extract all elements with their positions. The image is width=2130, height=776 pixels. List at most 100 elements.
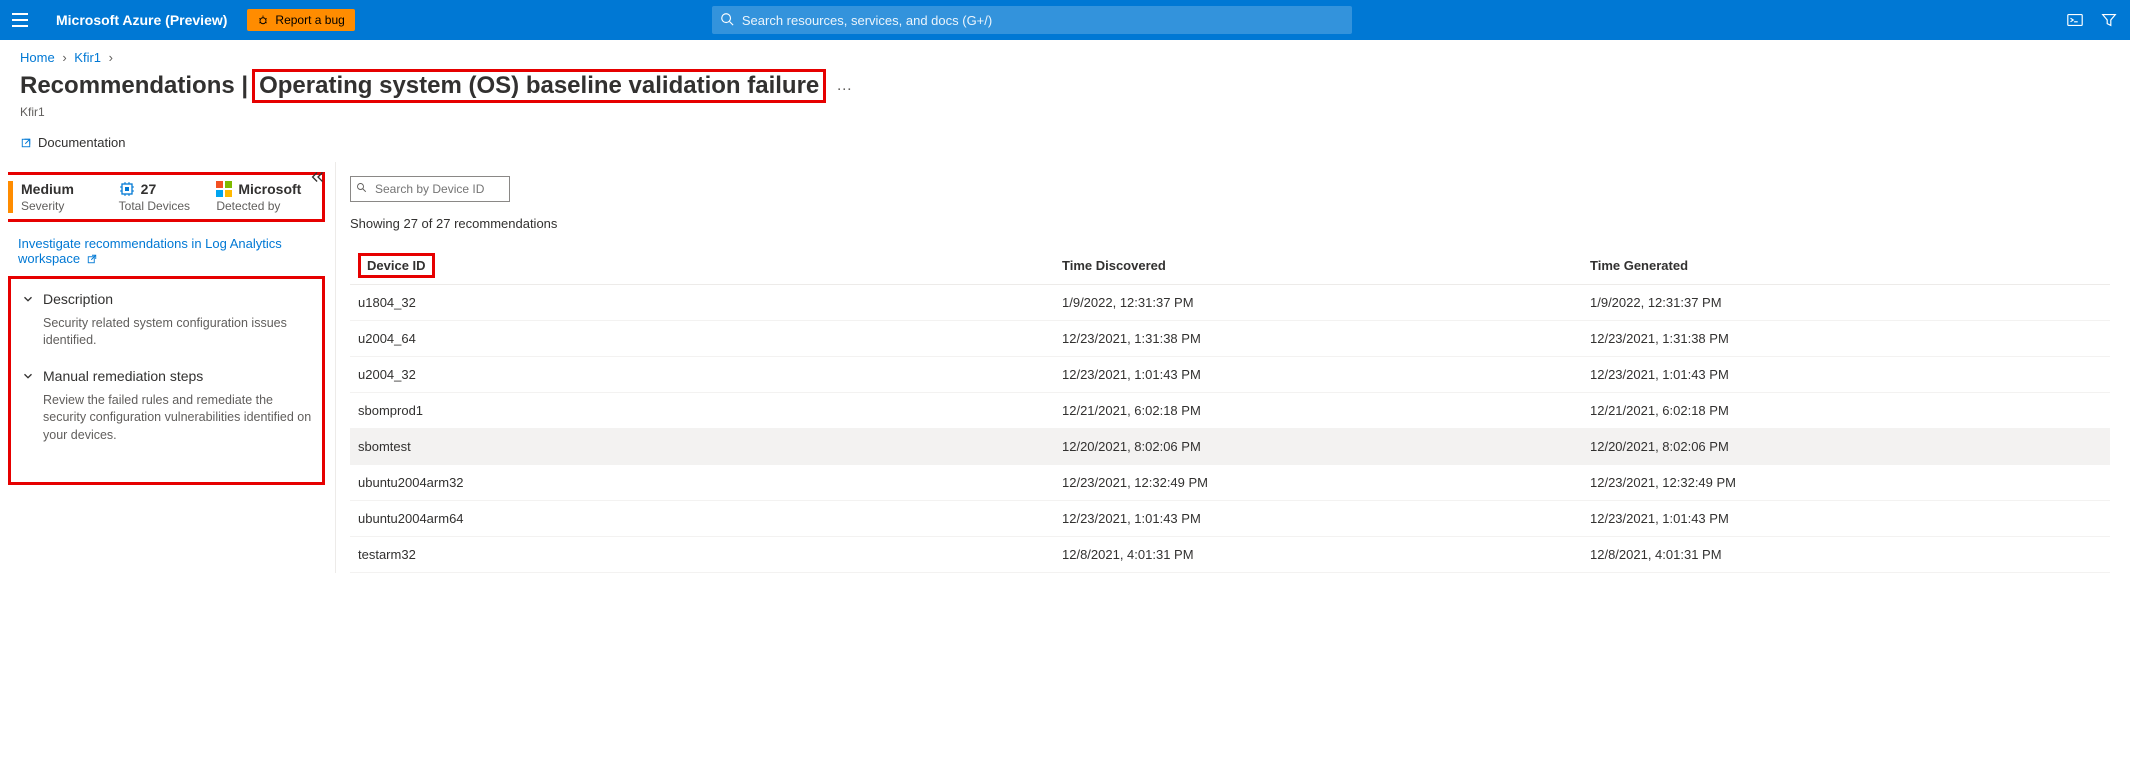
column-time-generated[interactable]: Time Generated: [1582, 247, 2110, 285]
page-title-prefix: Recommendations |: [20, 72, 248, 100]
cell-device-id: u2004_32: [350, 356, 1054, 392]
description-title: Description: [43, 291, 113, 307]
filter-icon[interactable]: [2100, 11, 2118, 29]
cell-device-id: ubuntu2004arm32: [350, 464, 1054, 500]
devices-value: 27: [141, 181, 157, 197]
search-input[interactable]: [712, 6, 1352, 34]
investigate-label: Investigate recommendations in Log Analy…: [18, 236, 282, 266]
brand-label: Microsoft Azure (Preview): [56, 12, 227, 28]
collapse-button[interactable]: [309, 168, 327, 189]
cell-time-generated: 12/23/2021, 12:32:49 PM: [1582, 464, 2110, 500]
cell-time-discovered: 12/20/2021, 8:02:06 PM: [1054, 428, 1582, 464]
bug-icon: [257, 14, 269, 26]
details-box: Description Security related system conf…: [8, 276, 325, 486]
menu-icon[interactable]: [12, 8, 36, 32]
cell-device-id: u2004_64: [350, 320, 1054, 356]
cell-time-generated: 12/23/2021, 1:01:43 PM: [1582, 500, 2110, 536]
right-pane: Showing 27 of 27 recommendations Device …: [335, 162, 2130, 573]
cell-device-id: sbomtest: [350, 428, 1054, 464]
cloud-shell-icon[interactable]: [2066, 11, 2084, 29]
chevron-right-icon: ›: [109, 50, 113, 65]
device-search-input[interactable]: [350, 176, 510, 202]
chevron-right-icon: ›: [62, 50, 66, 65]
cell-time-discovered: 12/8/2021, 4:01:31 PM: [1054, 536, 1582, 572]
severity-value: Medium: [21, 181, 119, 197]
page-title: Operating system (OS) baseline validatio…: [252, 69, 826, 103]
severity-bar: [8, 181, 13, 213]
table-row[interactable]: testarm3212/8/2021, 4:01:31 PM12/8/2021,…: [350, 536, 2110, 572]
search-icon: [356, 182, 368, 194]
remediation-header[interactable]: Manual remediation steps: [21, 368, 312, 384]
remediation-section: Manual remediation steps Review the fail…: [21, 368, 312, 445]
cell-time-generated: 1/9/2022, 12:31:37 PM: [1582, 284, 2110, 320]
page-subtitle: Kfir1: [0, 103, 2130, 129]
cell-time-discovered: 1/9/2022, 12:31:37 PM: [1054, 284, 1582, 320]
documentation-label: Documentation: [38, 135, 125, 150]
bug-label: Report a bug: [275, 13, 344, 27]
table-row[interactable]: sbomprod112/21/2021, 6:02:18 PM12/21/202…: [350, 392, 2110, 428]
severity-label: Severity: [21, 199, 119, 213]
cell-time-generated: 12/8/2021, 4:01:31 PM: [1582, 536, 2110, 572]
devices-stat: 27 Total Devices: [119, 181, 217, 213]
cell-time-discovered: 12/23/2021, 1:01:43 PM: [1054, 500, 1582, 536]
table-header-row: Device ID Time Discovered Time Generated: [350, 247, 2110, 285]
cell-device-id: sbomprod1: [350, 392, 1054, 428]
table-row[interactable]: u2004_3212/23/2021, 1:01:43 PM12/23/2021…: [350, 356, 2110, 392]
column-device-id[interactable]: Device ID: [350, 247, 1054, 285]
top-bar: Microsoft Azure (Preview) Report a bug: [0, 0, 2130, 40]
search-icon: [720, 12, 734, 26]
table-row[interactable]: u2004_6412/23/2021, 1:31:38 PM12/23/2021…: [350, 320, 2110, 356]
report-bug-button[interactable]: Report a bug: [247, 9, 354, 31]
remediation-title: Manual remediation steps: [43, 368, 203, 384]
table-row[interactable]: ubuntu2004arm6412/23/2021, 1:01:43 PM12/…: [350, 500, 2110, 536]
cell-device-id: u1804_32: [350, 284, 1054, 320]
cell-time-generated: 12/23/2021, 1:31:38 PM: [1582, 320, 2110, 356]
showing-label: Showing 27 of 27 recommendations: [350, 216, 2110, 231]
cell-device-id: ubuntu2004arm64: [350, 500, 1054, 536]
cell-time-discovered: 12/23/2021, 12:32:49 PM: [1054, 464, 1582, 500]
investigate-link-row: Investigate recommendations in Log Analy…: [18, 236, 325, 266]
device-search-wrap: [350, 176, 510, 202]
detected-stat: Microsoft Detected by: [216, 181, 314, 213]
table-row[interactable]: ubuntu2004arm3212/23/2021, 12:32:49 PM12…: [350, 464, 2110, 500]
severity-stat: Medium Severity: [21, 181, 119, 213]
breadcrumb-home[interactable]: Home: [20, 50, 55, 65]
investigate-link[interactable]: Investigate recommendations in Log Analy…: [18, 236, 282, 266]
cell-time-discovered: 12/21/2021, 6:02:18 PM: [1054, 392, 1582, 428]
description-section: Description Security related system conf…: [21, 291, 312, 350]
microsoft-logo-icon: [216, 181, 232, 197]
table-row[interactable]: sbomtest12/20/2021, 8:02:06 PM12/20/2021…: [350, 428, 2110, 464]
top-icons: [2066, 11, 2118, 29]
more-icon[interactable]: …: [836, 77, 852, 95]
chevron-down-icon: [21, 292, 35, 306]
cell-time-generated: 12/21/2021, 6:02:18 PM: [1582, 392, 2110, 428]
table-row[interactable]: u1804_321/9/2022, 12:31:37 PM1/9/2022, 1…: [350, 284, 2110, 320]
left-pane: Medium Severity 27 Total Devices Microso…: [0, 162, 335, 573]
page-title-row: Recommendations | Operating system (OS) …: [0, 65, 2130, 103]
detected-label: Detected by: [216, 199, 314, 213]
cell-device-id: testarm32: [350, 536, 1054, 572]
description-header[interactable]: Description: [21, 291, 312, 307]
breadcrumb-item[interactable]: Kfir1: [74, 50, 101, 65]
cell-time-discovered: 12/23/2021, 1:31:38 PM: [1054, 320, 1582, 356]
global-search: [712, 6, 1352, 34]
documentation-link[interactable]: Documentation: [20, 135, 125, 150]
chip-icon: [119, 181, 135, 197]
breadcrumb: Home › Kfir1 ›: [0, 40, 2130, 65]
documentation-link-row: Documentation: [0, 129, 2130, 162]
devices-table: Device ID Time Discovered Time Generated…: [350, 247, 2110, 573]
chevron-double-left-icon: [309, 168, 327, 186]
detected-value: Microsoft: [238, 181, 301, 197]
cell-time-generated: 12/20/2021, 8:02:06 PM: [1582, 428, 2110, 464]
devices-label: Total Devices: [119, 199, 217, 213]
stats-box: Medium Severity 27 Total Devices Microso…: [8, 172, 325, 222]
chevron-down-icon: [21, 369, 35, 383]
description-body: Security related system configuration is…: [43, 315, 312, 350]
column-time-discovered[interactable]: Time Discovered: [1054, 247, 1582, 285]
external-link-icon: [20, 137, 32, 149]
cell-time-discovered: 12/23/2021, 1:01:43 PM: [1054, 356, 1582, 392]
content: Medium Severity 27 Total Devices Microso…: [0, 162, 2130, 573]
external-link-icon: [86, 253, 98, 265]
cell-time-generated: 12/23/2021, 1:01:43 PM: [1582, 356, 2110, 392]
remediation-body: Review the failed rules and remediate th…: [43, 392, 312, 445]
